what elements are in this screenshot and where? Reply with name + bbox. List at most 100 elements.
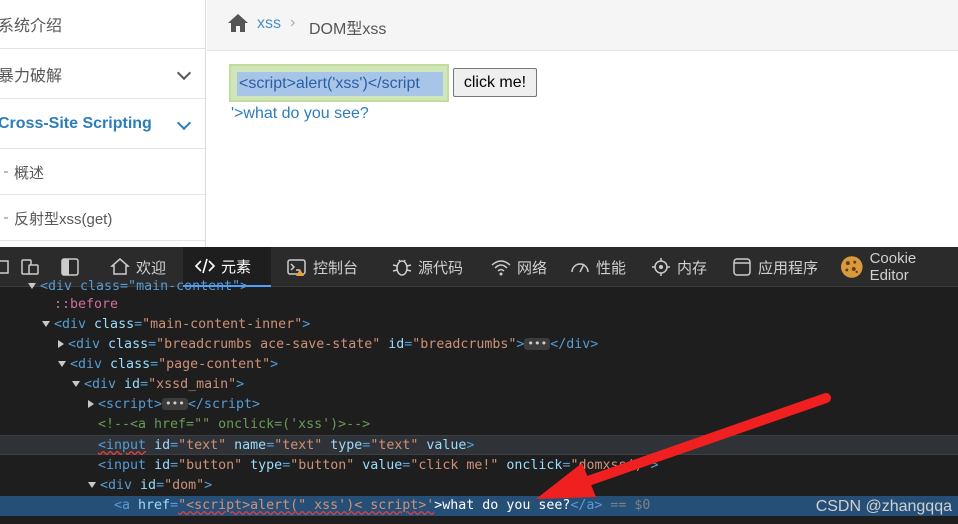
app-icon — [733, 258, 751, 276]
web-page: 系统介绍 暴力破解 Cross-Site Scripting 概述 反射型xss… — [0, 0, 958, 247]
tree-line[interactable]: <!--<a href="" onclick=('xss')>--> — [0, 415, 958, 435]
sidebar-subitem-reflected-xss[interactable]: 反射型xss(get) — [0, 196, 205, 241]
text-input[interactable]: <script>alert('xss')</script — [237, 72, 443, 96]
device-emulation-icon[interactable] — [20, 257, 40, 277]
tree-text: "main-content-inner" — [142, 317, 303, 332]
devtools-panel: 欢迎 元素 控制台 源代码 网络 性能 内存 应用程序 Cookie Edito… — [0, 247, 958, 524]
bug-icon — [392, 259, 412, 276]
sidebar-item-bruteforce[interactable]: 暴力破解 — [0, 50, 205, 99]
inspect-icon[interactable] — [0, 257, 14, 277]
dom-tree[interactable]: <div class="main-content"> ::before <div… — [0, 279, 958, 524]
tree-text: "page-content" — [158, 357, 271, 372]
tree-text: id — [140, 478, 157, 493]
click-me-button[interactable]: click me! — [453, 68, 537, 97]
console-icon — [287, 259, 306, 276]
tree-text: "button" — [290, 458, 355, 473]
chevron-down-icon — [176, 115, 192, 131]
tab-label: 控制台 — [313, 259, 359, 277]
tree-line[interactable]: <div id="dom"> — [0, 476, 958, 496]
tree-text: "breadcrumbs ace-save-state" — [156, 337, 381, 352]
tree-line[interactable]: <script> ••• </script> — [0, 395, 958, 415]
expand-triangle-icon[interactable] — [72, 381, 80, 387]
expand-triangle-icon[interactable] — [58, 340, 64, 348]
home-icon — [110, 258, 130, 275]
expand-triangle-icon[interactable] — [58, 361, 66, 367]
tree-text: type — [330, 438, 363, 453]
tree-text: class — [108, 337, 149, 352]
tree-line[interactable]: <div class="breadcrumbs ace-save-state" … — [0, 335, 958, 355]
gauge-icon — [571, 263, 589, 273]
bullet-icon — [4, 217, 8, 219]
tree-text: == $0 — [610, 498, 651, 513]
breadcrumb: xss › DOM型xss — [207, 0, 958, 51]
sidebar-item-label: 暴力破解 — [0, 68, 63, 85]
tree-line-hover[interactable]: <input id="text" name="text" type="text"… — [0, 435, 958, 455]
tree-text: "dom" — [164, 478, 205, 493]
tab-label: 欢迎 — [136, 259, 167, 277]
tree-text: ::before — [54, 297, 119, 312]
sidebar-item-label: Cross-Site Scripting — [0, 115, 152, 132]
dock-side-icon[interactable] — [60, 257, 80, 277]
tree-text: "<script>alert(" xss')< script>' — [178, 498, 435, 513]
tree-line[interactable]: <div class="main-content-inner"> — [0, 315, 958, 335]
tree-text: id — [154, 438, 171, 453]
tree-text: id — [388, 337, 405, 352]
tree-text: "breadcrumbs" — [412, 337, 517, 352]
tree-text: <div class="main-content"> — [40, 279, 249, 294]
tab-label: 元素 — [221, 258, 252, 276]
tree-text: "domxss()" — [570, 458, 651, 473]
tree-text: id — [154, 458, 171, 473]
expand-triangle-icon[interactable] — [88, 482, 96, 488]
code-icon — [195, 258, 215, 274]
sidebar-subitem-overview[interactable]: 概述 — [0, 150, 205, 195]
tree-text: >what do you see? — [434, 498, 571, 513]
wifi-icon — [491, 260, 511, 276]
tree-text: value — [426, 438, 467, 453]
expand-triangle-icon[interactable] — [28, 283, 36, 289]
breadcrumb-link-xss[interactable]: xss — [257, 15, 281, 33]
tab-label: 内存 — [677, 259, 708, 277]
tab-label: 性能 — [596, 259, 627, 277]
sidebar-item-xss[interactable]: Cross-Site Scripting — [0, 100, 205, 149]
tree-text: type — [250, 458, 283, 473]
tab-label: 应用程序 — [758, 259, 819, 277]
main-content: <script>alert('xss')</script click me! '… — [207, 52, 958, 247]
tree-text: <div — [54, 317, 87, 332]
tree-line[interactable]: <input id="button" type="button" value="… — [0, 456, 958, 476]
tree-text: class — [110, 357, 151, 372]
tree-text: "text" — [178, 438, 227, 453]
tree-line-selected[interactable]: <a href="<script>alert(" xss')< script>'… — [0, 496, 958, 516]
tree-text: onclick — [506, 458, 563, 473]
home-icon[interactable] — [227, 13, 249, 33]
tree-line[interactable]: <div id="xssd_main"> — [0, 375, 958, 395]
sidebar-item-label: 反射型xss(get) — [14, 210, 113, 228]
tab-label: 网络 — [517, 259, 548, 277]
tree-text: "click me!" — [410, 458, 499, 473]
tree-text: "text" — [370, 438, 419, 453]
tree-text: id — [124, 377, 141, 392]
ellipsis-icon[interactable]: ••• — [162, 398, 188, 410]
sidebar: 系统介绍 暴力破解 Cross-Site Scripting 概述 反射型xss… — [0, 0, 206, 247]
chip-icon — [652, 258, 670, 276]
dom-link[interactable]: '>what do you see? — [231, 105, 369, 123]
tree-text: class — [94, 317, 135, 332]
tree-text: "text" — [274, 438, 323, 453]
tree-text: name — [234, 438, 267, 453]
ellipsis-icon[interactable]: ••• — [524, 338, 551, 350]
tree-line[interactable]: <div class="page-content"> — [0, 355, 958, 375]
tree-text: value — [362, 458, 403, 473]
tree-text: href — [138, 498, 171, 513]
chevron-down-icon — [176, 65, 192, 81]
breadcrumb-separator-icon: › — [290, 14, 296, 31]
tree-text: "button" — [178, 458, 243, 473]
input-highlight: <script>alert('xss')</script — [229, 64, 449, 102]
tree-line[interactable]: <div class="main-content"> — [0, 277, 958, 297]
tree-line[interactable]: ::before — [0, 295, 958, 315]
expand-triangle-icon[interactable] — [88, 400, 94, 408]
sidebar-item-intro[interactable]: 系统介绍 — [0, 0, 205, 49]
expand-triangle-icon[interactable] — [42, 321, 50, 327]
sidebar-item-label: 概述 — [14, 164, 45, 182]
tab-label: 源代码 — [418, 259, 464, 277]
breadcrumb-current: DOM型xss — [309, 21, 387, 38]
tree-comment: <!--<a href="" onclick=('xss')>--> — [98, 417, 371, 432]
